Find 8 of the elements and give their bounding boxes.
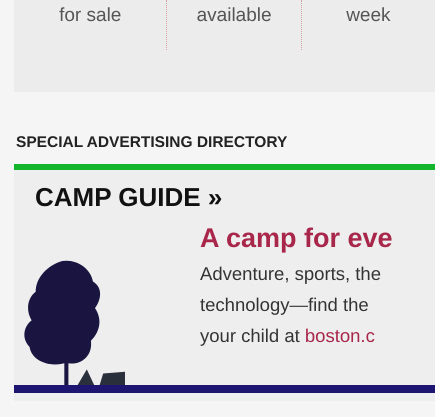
ad-headline[interactable]: A camp for eve — [200, 222, 393, 254]
camp-guide-link[interactable]: CAMP GUIDE » — [35, 182, 222, 212]
stat-link[interactable]: available — [196, 5, 272, 27]
site-link[interactable]: boston.c — [304, 325, 375, 346]
section-heading: SPECIAL ADVERTISING DIRECTORY — [16, 134, 288, 153]
ad-description: Adventure, sports, the technology—find the your child at boston.c — [200, 262, 382, 348]
stat-link[interactable]: week — [346, 5, 391, 27]
stat-link[interactable]: for sale — [59, 5, 122, 27]
